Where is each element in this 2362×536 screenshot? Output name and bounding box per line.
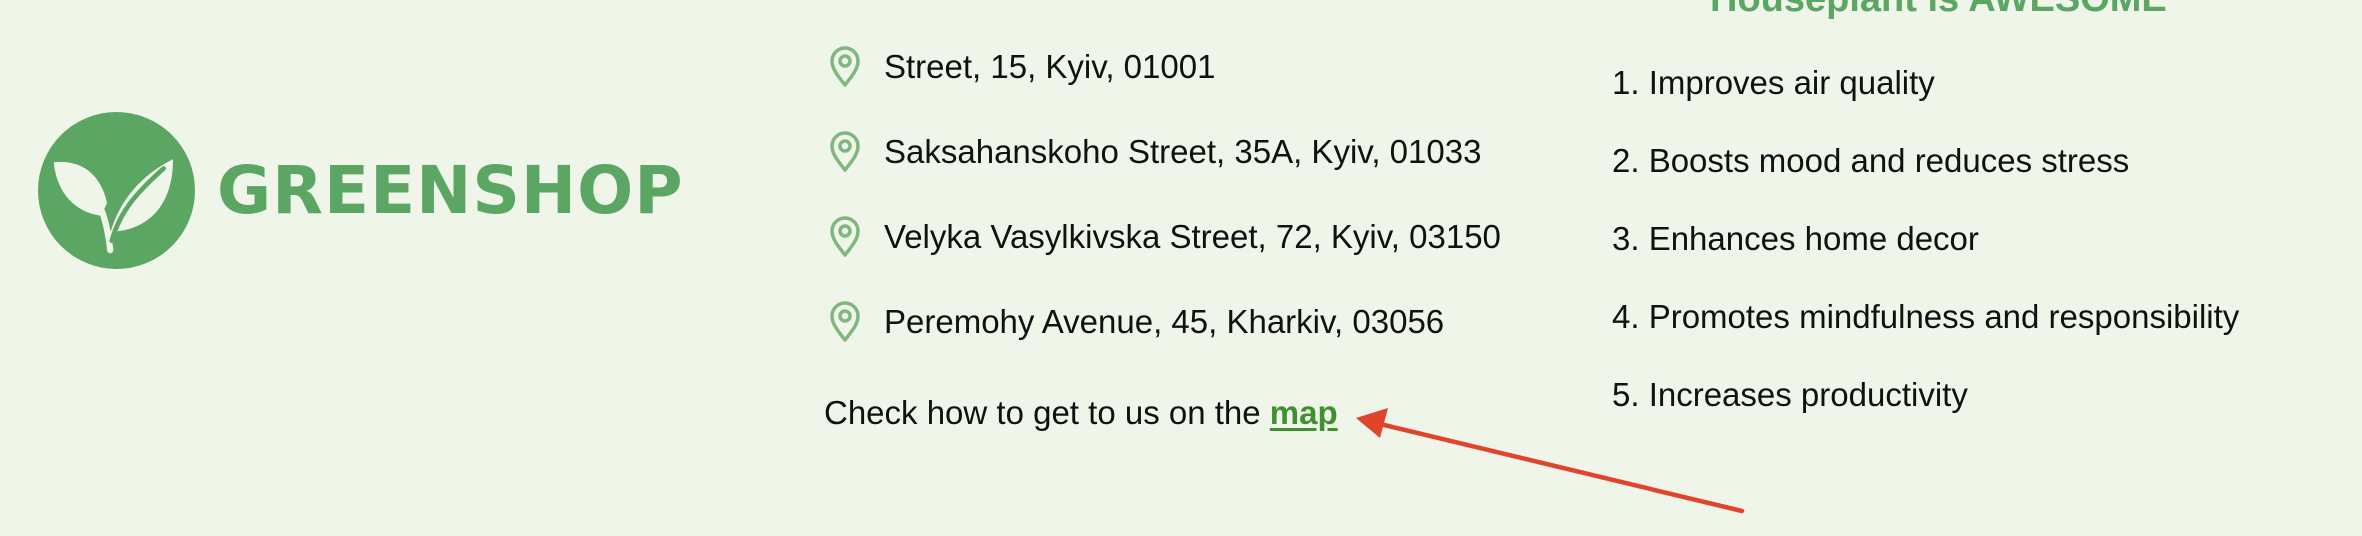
location-pin-icon bbox=[830, 46, 860, 87]
benefit-item: 4. Promotes mindfulness and responsibili… bbox=[1612, 298, 2240, 335]
address-list: Street, 15, Kyiv, 01001 Saksahanskoho St… bbox=[828, 44, 1501, 384]
address-text: Velyka Vasylkivska Street, 72, Kyiv, 031… bbox=[884, 218, 1501, 255]
map-prefix: Check how to get to us on the bbox=[824, 394, 1270, 431]
benefit-item: 5. Increases productivity bbox=[1612, 376, 1968, 413]
map-directions-text: Check how to get to us on the map bbox=[824, 394, 1338, 432]
benefits-list: 1. Improves air quality 2. Boosts mood a… bbox=[1612, 64, 2239, 454]
brand-name: GREENSHOP bbox=[217, 151, 684, 229]
location-pin-icon bbox=[830, 301, 860, 342]
location-pin-icon bbox=[830, 131, 860, 172]
address-item: Saksahanskoho Street, 35A, Kyiv, 01033 bbox=[828, 129, 1501, 175]
address-item: Street, 15, Kyiv, 01001 bbox=[828, 44, 1501, 90]
address-item: Velyka Vasylkivska Street, 72, Kyiv, 031… bbox=[828, 214, 1501, 260]
greenshop-logo[interactable]: GREENSHOP bbox=[38, 112, 684, 269]
benefits-title: Houseplant is AWESOME bbox=[1710, 0, 2167, 21]
map-link[interactable]: map bbox=[1270, 394, 1338, 431]
leaf-sprout-icon bbox=[38, 112, 195, 269]
benefit-item: 2. Boosts mood and reduces stress bbox=[1612, 142, 2130, 179]
benefit-item: 3. Enhances home decor bbox=[1612, 220, 1979, 257]
address-item: Peremohy Avenue, 45, Kharkiv, 03056 bbox=[828, 299, 1501, 345]
address-text: Peremohy Avenue, 45, Kharkiv, 03056 bbox=[884, 303, 1445, 340]
address-text: Street, 15, Kyiv, 01001 bbox=[884, 48, 1216, 85]
location-pin-icon bbox=[830, 216, 860, 257]
address-text: Saksahanskoho Street, 35A, Kyiv, 01033 bbox=[884, 133, 1482, 170]
benefit-item: 1. Improves air quality bbox=[1612, 64, 1935, 101]
